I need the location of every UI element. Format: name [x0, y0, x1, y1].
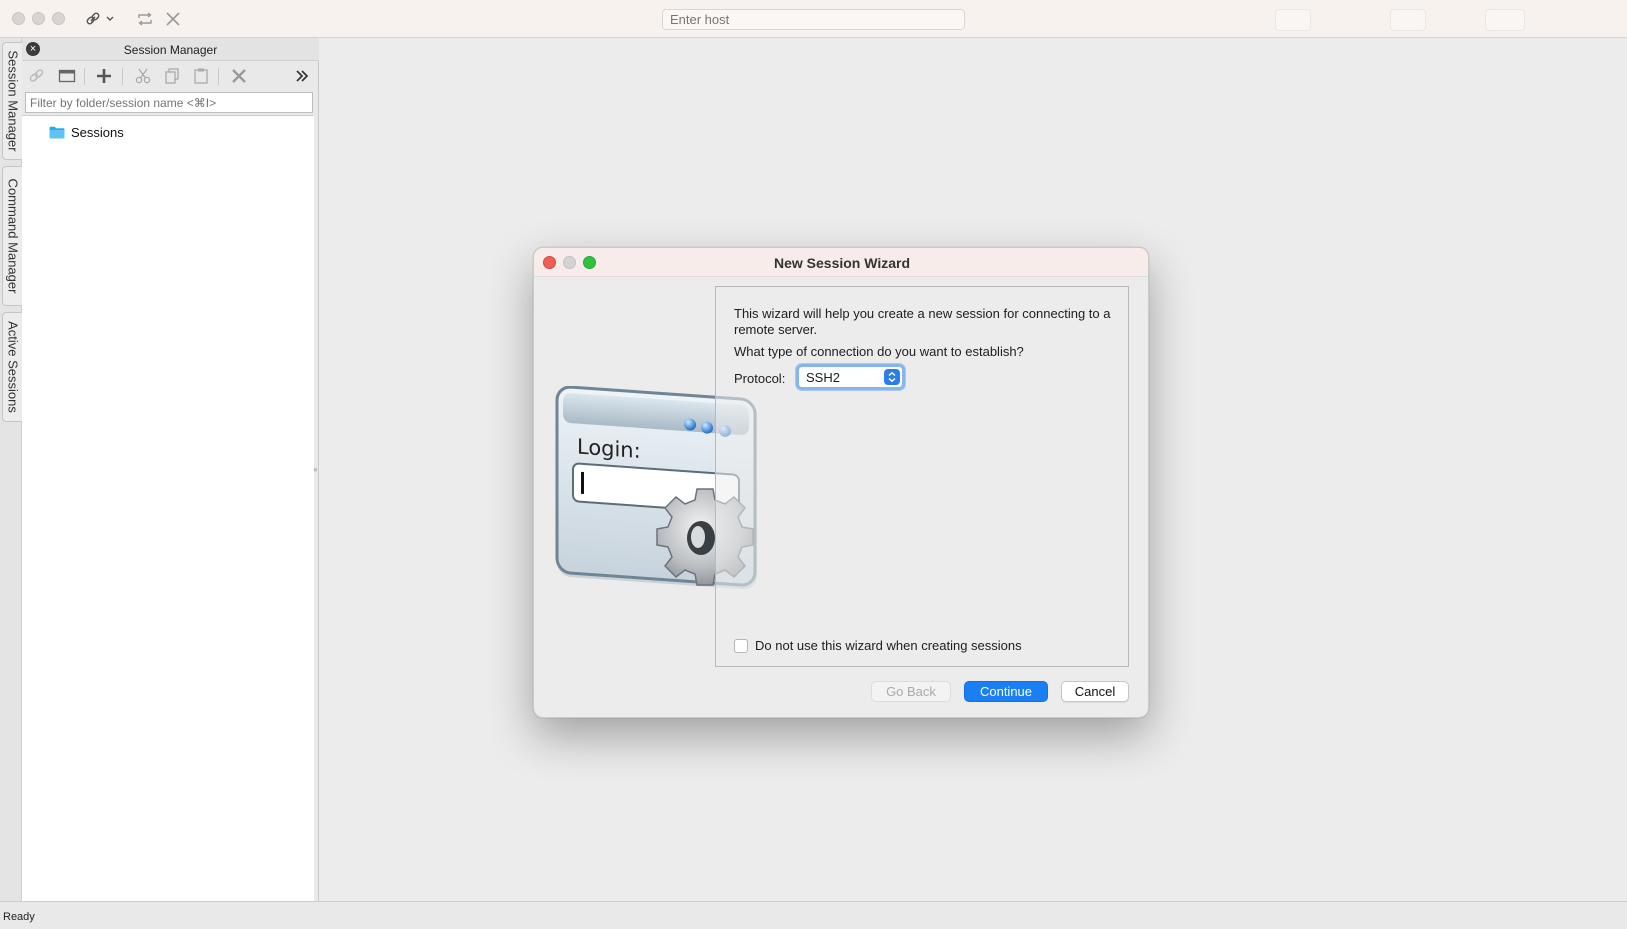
side-tab-strip: Session Manager Command Manager Active S… — [0, 38, 22, 901]
skip-wizard-checkbox[interactable] — [734, 638, 748, 653]
reconnect-button[interactable] — [134, 9, 156, 29]
wizard-question-text: What type of connection do you want to e… — [734, 344, 1024, 359]
protocol-select[interactable]: SSH2 — [796, 364, 905, 390]
tab-label: Active Sessions — [5, 321, 20, 413]
paste-icon — [194, 68, 208, 84]
chevron-right-double-icon — [296, 70, 309, 82]
copy-session-button[interactable] — [161, 66, 183, 86]
chevron-up-down-icon — [884, 369, 900, 385]
panel-title: Session Manager — [123, 43, 218, 57]
toolbar-button-ghost[interactable] — [1390, 9, 1426, 31]
tree-item-label: Sessions — [71, 124, 124, 140]
tab-active-sessions[interactable]: Active Sessions — [2, 312, 22, 422]
toolbar-separator — [218, 68, 219, 85]
protocol-label: Protocol: — [734, 371, 786, 386]
paste-session-button[interactable] — [190, 66, 212, 86]
host-input[interactable] — [662, 9, 965, 30]
main-titlebar — [0, 0, 1627, 38]
session-filter-input[interactable] — [25, 92, 313, 113]
window-minimize-button[interactable] — [32, 12, 45, 25]
panel-splitter-handle[interactable]: ● — [313, 465, 318, 475]
toolbar-separator — [122, 68, 123, 85]
status-text: Ready — [3, 911, 35, 923]
cut-session-button[interactable] — [132, 66, 154, 86]
connect-session-button[interactable] — [26, 66, 48, 86]
close-icon — [166, 12, 180, 26]
connect-in-tab-button[interactable] — [56, 66, 78, 86]
session-tree: Sessions — [22, 115, 314, 901]
tab-label: Command Manager — [5, 178, 20, 294]
link-icon — [86, 12, 114, 25]
tree-item-sessions[interactable]: Sessions — [49, 123, 124, 141]
dialog-titlebar: New Session Wizard — [534, 248, 1148, 277]
window-zoom-button[interactable] — [52, 12, 65, 25]
link-icon — [29, 69, 44, 82]
status-bar: Ready — [0, 901, 1627, 929]
tab-session-manager[interactable]: Session Manager — [2, 42, 22, 160]
session-manager-panel: × Session Manager Filter by folder/sessi… — [22, 38, 319, 901]
folder-icon — [49, 126, 65, 138]
wizard-intro-text: This wizard will help you create a new s… — [734, 306, 1111, 337]
tab-command-manager[interactable]: Command Manager — [2, 166, 22, 306]
new-session-wizard-dialog: New Session Wizard Login: This wizard wi… — [533, 247, 1149, 718]
cut-icon — [135, 68, 151, 84]
delete-session-button[interactable] — [228, 66, 250, 86]
toolbar-button-ghost[interactable] — [1275, 9, 1311, 31]
protocol-value: SSH2 — [806, 370, 840, 385]
skip-wizard-label: Do not use this wizard when creating ses… — [755, 638, 1022, 653]
dialog-title: New Session Wizard — [773, 255, 911, 271]
connect-dropdown-button[interactable] — [84, 9, 118, 29]
disconnect-button[interactable] — [162, 9, 184, 29]
delete-icon — [232, 69, 246, 83]
continue-button[interactable]: Continue — [964, 681, 1048, 702]
toolbar-button-ghost[interactable] — [1485, 9, 1525, 31]
illustration-login-text: Login: — [577, 434, 641, 463]
session-manager-toolbar — [22, 62, 319, 90]
cancel-button[interactable]: Cancel — [1061, 681, 1129, 702]
new-session-button[interactable] — [93, 66, 115, 86]
skip-wizard-option[interactable]: Do not use this wizard when creating ses… — [734, 638, 1022, 653]
repeat-icon — [138, 12, 152, 26]
go-back-button[interactable]: Go Back — [871, 681, 951, 702]
copy-icon — [165, 68, 179, 84]
wizard-content-box: This wizard will help you create a new s… — [715, 286, 1129, 667]
window-close-button[interactable] — [12, 12, 25, 25]
session-manager-header: × Session Manager — [22, 38, 319, 61]
add-icon — [97, 69, 111, 83]
window-icon — [58, 69, 76, 83]
tab-label: Session Manager — [5, 50, 20, 152]
more-tools-button[interactable] — [291, 66, 313, 86]
toolbar-separator — [84, 68, 85, 85]
